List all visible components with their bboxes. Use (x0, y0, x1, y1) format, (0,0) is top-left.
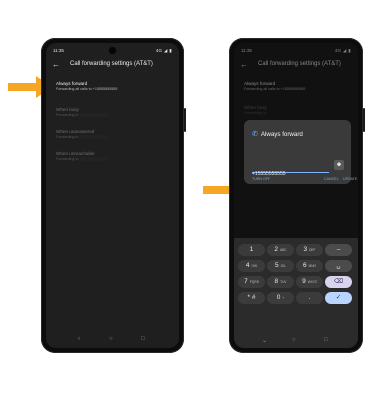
key-label: 4 (245, 262, 250, 269)
key-sublabel: PQRS (249, 280, 259, 284)
key-sublabel: TUV (280, 280, 287, 284)
always-forward-dialog: ✆Always forward ☻ TURN OFF CANCEL UPDATE (244, 120, 357, 184)
dialog-actions: TURN OFF CANCEL UPDATE (252, 177, 357, 183)
key-label: 0 (276, 294, 281, 301)
numeric-keypad: 1 2 ABC 3 DEF –4 GHI 5 JKL 6 MNO ␣ 7 PQRS 8 TUV 9 WXYZ ⌫ * … (234, 238, 358, 348)
dialog-title: ✆ Always forward (252, 130, 303, 138)
nav-back-icon[interactable]: ⌄ (262, 337, 267, 344)
redacted-number (79, 113, 108, 117)
key-sublabel: ABC (280, 248, 287, 252)
key-label: ␣ (336, 262, 341, 269)
key-label: 5 (274, 262, 279, 269)
setting-always-forward[interactable]: Always forward Forwarding all calls to +… (56, 81, 171, 91)
cancel-button[interactable]: CANCEL (324, 177, 339, 181)
keypad-key[interactable]: – (325, 244, 352, 256)
nav-bar: ⌄ ○ □ (234, 337, 358, 345)
contact-icon[interactable]: ☻ (334, 160, 344, 170)
app-bar: ← Call forwarding settings (AT&T) (46, 59, 179, 73)
keypad-key[interactable]: 3 DEF (296, 244, 323, 256)
key-sublabel: MNO (308, 264, 317, 268)
keypad-key[interactable]: . (296, 292, 323, 304)
setting-subtitle: Forwarding to (56, 157, 79, 161)
nav-bar: ‹ ○ □ (46, 336, 179, 344)
keypad-key[interactable]: * # (238, 292, 265, 304)
phone-right: 11:35 4G ◢ ▮ ← Call forwarding settings … (229, 38, 365, 353)
update-button[interactable]: UPDATE (343, 177, 357, 181)
key-sublabel: GHI (251, 264, 258, 268)
setting-subtitle: Forwarding to (56, 135, 79, 139)
status-time: 11:35 (53, 48, 64, 53)
keypad-key[interactable]: 9 WXYZ (296, 276, 323, 288)
setting-subtitle: Forwarding all calls to +15555555555 (56, 87, 118, 91)
forward-number-field[interactable] (252, 162, 329, 179)
key-label: 2 (274, 246, 279, 253)
setting-title: Always forward (56, 81, 88, 86)
nav-recents-icon[interactable]: □ (141, 336, 145, 342)
keypad-key[interactable]: 1 (238, 244, 265, 256)
screen-left: 11:35 4G ◢ ▮ ← Call forwarding settings … (46, 43, 179, 348)
nav-home-icon[interactable]: ○ (292, 337, 296, 343)
key-label: 7 (244, 278, 248, 285)
setting-subtitle: Forwarding to (56, 113, 79, 117)
status-icons: 4G ◢ ▮ (155, 48, 172, 53)
setting-when-busy[interactable]: When busy Forwarding to (56, 107, 171, 117)
key-label: * # (247, 294, 256, 301)
key-label: 3 (303, 246, 308, 253)
keypad-key[interactable]: 5 JKL (267, 260, 294, 272)
key-sublabel: WXYZ (307, 280, 317, 284)
redacted-number (79, 157, 108, 161)
nav-recents-icon[interactable]: □ (324, 337, 328, 343)
dialog-title-text: Always forward (260, 131, 303, 138)
keypad-key[interactable]: 0 + (267, 292, 294, 304)
phone-left: 11:35 4G ◢ ▮ ← Call forwarding settings … (41, 38, 186, 353)
arrow-back-icon[interactable]: ← (52, 60, 60, 69)
key-sublabel: + (282, 296, 285, 300)
key-label: 8 (274, 278, 279, 285)
key-label: 1 (249, 246, 254, 253)
key-label: – (336, 246, 341, 253)
keypad-key[interactable]: ␣ (325, 260, 352, 272)
turn-off-button[interactable]: TURN OFF (252, 177, 270, 181)
keypad-key[interactable]: 8 TUV (267, 276, 294, 288)
keypad-key[interactable]: 2 ABC (267, 244, 294, 256)
setting-when-unanswered[interactable]: When unanswered Forwarding to (56, 129, 171, 139)
keypad-key[interactable]: 7 PQRS (238, 276, 265, 288)
nav-back-icon[interactable]: ‹ (78, 336, 80, 342)
key-label: 9 (302, 278, 306, 285)
key-label: ⌫ (333, 278, 344, 285)
key-sublabel: JKL (280, 264, 287, 268)
setting-when-unreachable[interactable]: When unreachable Forwarding to (56, 151, 171, 161)
keypad-key[interactable]: ⌫ (325, 276, 352, 288)
nav-home-icon[interactable]: ○ (109, 336, 113, 342)
camera-icon (109, 47, 116, 54)
setting-title: When busy (56, 107, 79, 112)
key-label: 6 (302, 262, 307, 269)
setting-title: When unreachable (56, 151, 95, 156)
redacted-number (79, 135, 108, 139)
key-label: . (308, 294, 311, 301)
keypad-key[interactable]: ✓ (325, 292, 352, 304)
key-sublabel: DEF (309, 248, 316, 252)
screen-right: 11:35 4G ◢ ▮ ← Call forwarding settings … (234, 43, 358, 348)
setting-title: When unanswered (56, 129, 95, 134)
keypad-key[interactable]: 6 MNO (296, 260, 323, 272)
key-label: ✓ (335, 294, 342, 301)
phone-forward-icon: ✆ (252, 131, 258, 138)
page-title: Call forwarding settings (AT&T) (70, 61, 153, 67)
keypad-key[interactable]: 4 GHI (238, 260, 265, 272)
